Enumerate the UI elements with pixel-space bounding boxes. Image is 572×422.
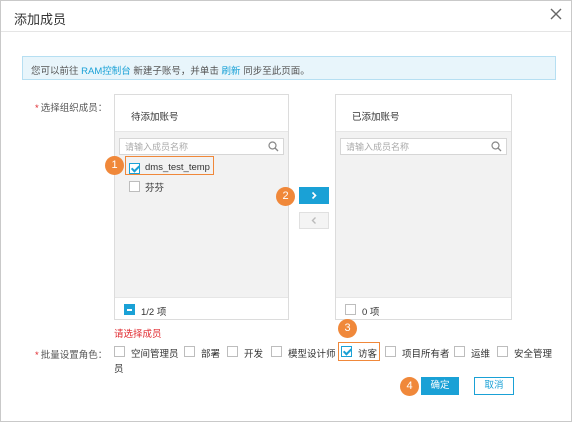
refresh-link[interactable]: 刷新	[222, 66, 241, 77]
chevron-left-icon	[311, 217, 316, 224]
members-label: * 选择组织成员：	[35, 100, 107, 114]
notice-suffix: 同步至此页面。	[240, 66, 310, 77]
role-label: 模型设计师	[288, 349, 336, 360]
role-checkbox[interactable]	[271, 346, 282, 357]
members-label-text: 选择组织成员：	[40, 103, 108, 114]
chevron-right-icon	[311, 191, 317, 200]
pending-panel-header: 待添加账号	[115, 95, 288, 132]
pending-panel-footer: 1/2 项	[115, 297, 288, 319]
step-marker-1: 1	[105, 156, 124, 175]
added-panel-title: 已添加账号	[352, 112, 400, 123]
pending-item-label: 芬芬	[145, 183, 165, 194]
role-label: 安全管理	[514, 349, 553, 360]
step-marker-3: 3	[338, 319, 357, 338]
role-checkbox[interactable]	[497, 346, 508, 357]
roles-label: * 批量设置角色：	[35, 347, 107, 361]
pending-accounts-panel: 待添加账号 dms_test_temp 芬芬 1/2 项	[114, 94, 289, 320]
added-accounts-panel: 已添加账号 0 项	[335, 94, 512, 320]
pending-item-checkbox[interactable]	[129, 181, 140, 192]
role-label-wrap: 员	[114, 364, 124, 375]
cancel-button[interactable]: 取消	[474, 377, 514, 395]
dialog-header: 添加成员	[1, 1, 571, 32]
added-panel-header: 已添加账号	[336, 95, 511, 132]
move-left-button[interactable]	[299, 212, 329, 229]
required-mark: *	[35, 103, 39, 114]
search-icon[interactable]	[268, 141, 279, 152]
pending-count: 1/2 项	[141, 307, 167, 318]
pending-panel-title: 待添加账号	[131, 112, 179, 123]
added-search	[340, 138, 507, 155]
info-notice: 您可以前往 RAM控制台 新建子账号，并单击 刷新 同步至此页面。	[22, 56, 556, 80]
close-icon[interactable]	[547, 5, 565, 23]
role-label: 项目所有者	[402, 349, 450, 360]
required-mark: *	[35, 350, 39, 361]
added-count: 0 项	[362, 307, 380, 318]
notice-middle: 新建子账号，并单击	[130, 66, 222, 77]
pending-search-input[interactable]	[120, 139, 265, 154]
notice-prefix: 您可以前往	[31, 66, 82, 77]
added-panel-body	[336, 132, 511, 297]
notice-text: 您可以前往 RAM控制台 新建子账号，并单击 刷新 同步至此页面。	[31, 63, 310, 77]
step-marker-4: 4	[400, 377, 419, 396]
dialog-title: 添加成员	[14, 12, 67, 27]
added-select-all-checkbox[interactable]	[345, 304, 356, 315]
role-checkbox[interactable]	[184, 346, 195, 357]
highlight-frame-item	[125, 156, 214, 175]
added-panel-footer: 0 项	[336, 297, 511, 319]
member-error-message: 请选择成员	[114, 329, 162, 340]
move-right-button[interactable]	[299, 187, 329, 204]
role-checkbox[interactable]	[227, 346, 238, 357]
role-checkbox[interactable]	[114, 346, 125, 357]
pending-select-all-checkbox[interactable]	[124, 304, 135, 315]
step-marker-2: 2	[276, 187, 295, 206]
role-label: 运维	[471, 349, 491, 360]
search-icon[interactable]	[491, 141, 502, 152]
roles-label-text: 批量设置角色：	[40, 350, 108, 361]
added-search-input[interactable]	[341, 139, 486, 154]
role-checkbox[interactable]	[454, 346, 465, 357]
role-label: 部署	[201, 349, 221, 360]
pending-search	[119, 138, 284, 155]
role-checkbox[interactable]	[385, 346, 396, 357]
highlight-frame-role	[338, 342, 380, 361]
role-label: 空间管理员	[131, 349, 179, 360]
role-label: 开发	[244, 349, 264, 360]
ram-console-link[interactable]: RAM控制台	[81, 66, 131, 77]
confirm-button[interactable]: 确定	[421, 377, 459, 395]
add-member-dialog: 添加成员 您可以前往 RAM控制台 新建子账号，并单击 刷新 同步至此页面。 *…	[0, 0, 572, 422]
